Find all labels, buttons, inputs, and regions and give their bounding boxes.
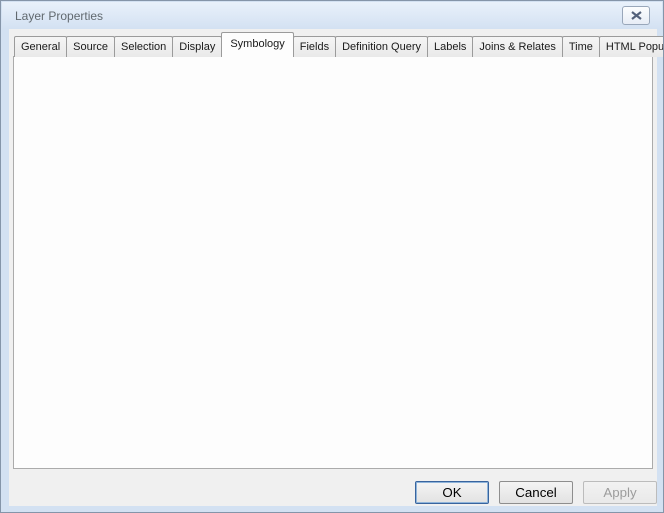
tab-selection[interactable]: Selection <box>114 36 173 57</box>
tab-time[interactable]: Time <box>562 36 600 57</box>
symbology-tab-page <box>13 56 653 469</box>
close-button[interactable] <box>622 6 650 25</box>
tab-html-popup[interactable]: HTML Popup <box>599 36 664 57</box>
tab-definition-query[interactable]: Definition Query <box>335 36 428 57</box>
cancel-button[interactable]: Cancel <box>499 481 573 504</box>
close-icon <box>631 11 642 20</box>
tab-source[interactable]: Source <box>66 36 115 57</box>
layer-properties-dialog: Layer Properties General Source Selectio… <box>0 0 664 513</box>
window-title: Layer Properties <box>15 9 103 23</box>
apply-button[interactable]: Apply <box>583 481 657 504</box>
tab-general[interactable]: General <box>14 36 67 57</box>
tab-strip: General Source Selection Display Symbolo… <box>14 34 664 57</box>
titlebar: Layer Properties <box>2 2 662 29</box>
tab-joins-relates[interactable]: Joins & Relates <box>472 36 562 57</box>
tab-symbology[interactable]: Symbology <box>221 32 293 57</box>
tab-display[interactable]: Display <box>172 36 222 57</box>
tab-labels[interactable]: Labels <box>427 36 473 57</box>
ok-button[interactable]: OK <box>415 481 489 504</box>
tab-fields[interactable]: Fields <box>293 36 336 57</box>
